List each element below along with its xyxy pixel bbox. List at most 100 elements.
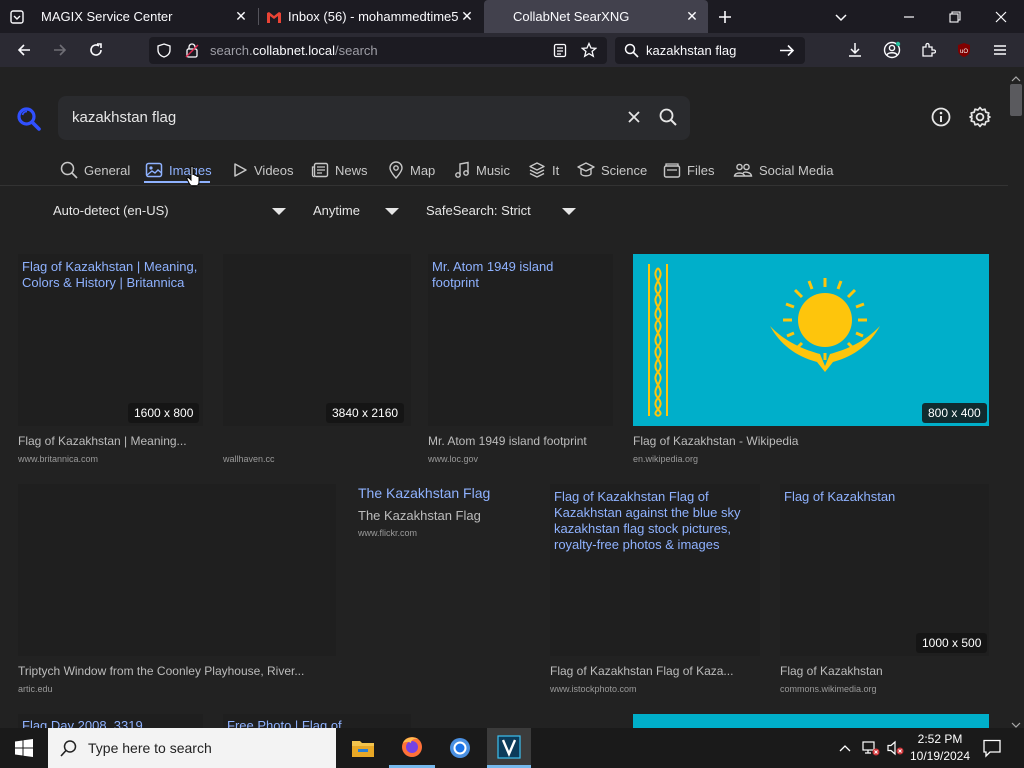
language-select[interactable]: Auto-detect (en-US) [53, 203, 169, 218]
svg-text:uO: uO [960, 49, 968, 55]
tab-social-media[interactable]: Social Media [733, 160, 833, 180]
gmail-icon [267, 11, 281, 23]
vegas-icon[interactable] [487, 728, 531, 768]
minimize-button[interactable] [896, 4, 922, 30]
tab-it[interactable]: It [528, 160, 559, 180]
windows-taskbar: Type here to search 2:52 PM 10/19/2024 [0, 728, 1024, 768]
chevron-down-icon[interactable] [562, 208, 576, 215]
clock-date[interactable]: 10/19/2024 [906, 749, 974, 763]
result-link[interactable]: Flag Day 2008, 3319 [22, 718, 202, 728]
volume-muted-icon[interactable] [886, 740, 904, 761]
new-tab-button[interactable] [712, 4, 738, 30]
search-submit-icon[interactable] [659, 108, 677, 131]
arrow-right-icon[interactable] [779, 43, 795, 63]
kazakhstan-flag-image[interactable] [633, 254, 989, 426]
image-result[interactable] [223, 254, 411, 426]
scrollbar-thumb[interactable] [1010, 84, 1022, 116]
windows-start-icon[interactable] [0, 728, 48, 768]
hamburger-menu-icon[interactable] [987, 37, 1013, 63]
forward-button[interactable] [47, 37, 73, 63]
search-query-input[interactable]: kazakhstan flag [72, 109, 176, 126]
tab-label: Inbox (56) - mohammedtime57@gmail.com [288, 9, 458, 24]
play-icon [234, 163, 247, 177]
firefox-icon[interactable] [389, 728, 435, 768]
close-icon[interactable]: ✕ [459, 8, 475, 24]
safesearch-select[interactable]: SafeSearch: Strict [426, 203, 531, 218]
result-link[interactable]: Flag of Kazakhstan [784, 489, 984, 505]
tab-collabnet-searxng[interactable]: CollabNet SearXNG ✕ [484, 0, 708, 33]
downloads-icon[interactable] [842, 37, 868, 63]
url-text[interactable]: search.collabnet.local/search [210, 43, 378, 58]
taskbar-search-box[interactable]: Type here to search [48, 728, 336, 768]
time-range-select[interactable]: Anytime [313, 203, 360, 218]
gear-icon[interactable] [968, 105, 992, 134]
tab-map[interactable]: Map [388, 160, 435, 180]
result-domain: www.istockphoto.com [550, 684, 637, 694]
search-icon [60, 161, 78, 179]
network-icon[interactable] [862, 740, 880, 761]
browser-search-input[interactable]: kazakhstan flag [646, 43, 736, 58]
close-icon[interactable]: ✕ [684, 8, 700, 24]
result-link[interactable]: The Kazakhstan Flag [358, 485, 538, 501]
result-caption[interactable]: Flag of Kazakhstan Flag of Kaza... [550, 664, 755, 678]
info-icon[interactable] [930, 106, 952, 133]
chevron-up-icon[interactable] [838, 741, 852, 759]
ublock-origin-icon[interactable]: uO [951, 37, 977, 63]
tab-label: Science [601, 162, 648, 178]
image-result[interactable] [18, 484, 336, 656]
tab-files[interactable]: Files [663, 160, 714, 180]
back-button[interactable] [11, 37, 37, 63]
list-all-tabs-icon[interactable] [4, 4, 30, 30]
url-bar[interactable]: search.collabnet.local/search [149, 37, 607, 64]
scroll-up-icon[interactable] [1011, 70, 1021, 88]
chevron-down-icon[interactable] [828, 4, 854, 30]
tab-music[interactable]: Music [454, 160, 510, 180]
close-window-button[interactable] [988, 4, 1014, 30]
tab-general[interactable]: General [60, 160, 130, 180]
scrollbar[interactable] [1008, 67, 1024, 728]
tab-label: It [552, 162, 560, 178]
shield-icon[interactable] [157, 43, 171, 63]
close-icon[interactable]: ✕ [233, 8, 249, 24]
result-caption[interactable]: Flag of Kazakhstan | Meaning... [18, 434, 206, 448]
notifications-icon[interactable] [982, 738, 1002, 763]
taskbar-search-input[interactable]: Type here to search [88, 740, 212, 756]
chrome-icon[interactable] [437, 728, 483, 768]
result-link[interactable]: Free Photo | Flag of [227, 718, 407, 728]
result-link[interactable]: Flag of Kazakhstan Flag of Kazakhstan ag… [554, 489, 754, 553]
tab-magix[interactable]: MAGIX Service Center ✕ [30, 0, 257, 33]
result-link[interactable]: Flag of Kazakhstan | Meaning, Colors & H… [22, 259, 202, 291]
clock-time[interactable]: 2:52 PM [912, 732, 968, 746]
tab-news[interactable]: News [311, 160, 368, 180]
tab-inbox[interactable]: Inbox (56) - mohammedtime57@gmail.com ✕ [259, 0, 483, 33]
result-domain: www.flickr.com [358, 528, 418, 538]
tab-science[interactable]: Science [577, 160, 647, 180]
restore-button[interactable] [942, 4, 968, 30]
bookmark-star-icon[interactable] [580, 41, 598, 63]
lock-warning-icon[interactable] [185, 43, 199, 63]
searxng-logo-icon[interactable] [16, 106, 42, 137]
newspaper-icon [311, 162, 329, 178]
tab-label: Map [410, 162, 436, 178]
result-caption[interactable]: Flag of Kazakhstan - Wikipedia [633, 434, 989, 448]
result-caption[interactable]: The Kazakhstan Flag [358, 508, 538, 523]
searxng-page: kazakhstan flag General Images Videos Ne… [0, 67, 1008, 728]
reload-button[interactable] [83, 37, 109, 63]
clear-icon[interactable] [626, 109, 642, 130]
kazakhstan-flag-image[interactable] [633, 714, 989, 728]
map-pin-icon [389, 161, 403, 179]
reader-view-icon[interactable] [553, 43, 567, 63]
extensions-icon[interactable] [915, 37, 941, 63]
result-caption[interactable]: Flag of Kazakhstan [780, 664, 989, 678]
image-result[interactable] [780, 484, 989, 656]
browser-search-box[interactable]: kazakhstan flag [615, 37, 805, 64]
chevron-down-icon[interactable] [272, 208, 286, 215]
tab-videos[interactable]: Videos [232, 160, 294, 180]
result-caption[interactable]: Triptych Window from the Coonley Playhou… [18, 664, 336, 678]
result-caption[interactable]: Mr. Atom 1949 island footprint [428, 434, 613, 448]
tab-label: Social Media [759, 162, 834, 178]
file-explorer-icon[interactable] [340, 728, 386, 768]
result-link[interactable]: Mr. Atom 1949 island footprint [432, 259, 602, 291]
account-icon[interactable] [879, 37, 905, 63]
chevron-down-icon[interactable] [385, 208, 399, 215]
